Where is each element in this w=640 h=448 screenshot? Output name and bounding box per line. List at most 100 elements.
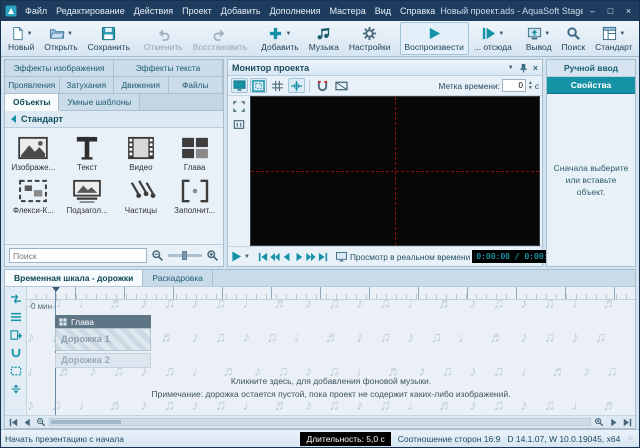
fast-back-button[interactable]	[270, 250, 280, 264]
track-list-button[interactable]	[8, 310, 23, 323]
timeline-zoom-out-icon[interactable]	[35, 417, 47, 428]
scroll-right-button[interactable]	[607, 417, 619, 428]
tab-timeline-tracks[interactable]: Временная шкала - дорожки	[5, 270, 144, 286]
scroll-left-button[interactable]	[21, 417, 33, 428]
tab-storyboard[interactable]: Раскадровка	[143, 270, 213, 286]
snap-button[interactable]	[314, 78, 331, 93]
expand-tracks-button[interactable]	[8, 382, 23, 395]
menu-help[interactable]: Справка	[396, 4, 439, 18]
object-video[interactable]: Видео	[115, 132, 168, 174]
tab-text-effects[interactable]: Эффекты текста	[114, 60, 223, 77]
time-mark-input[interactable]	[501, 79, 526, 92]
object-particles[interactable]: Частицы	[115, 175, 168, 217]
tab-manual-input[interactable]: Ручной ввод	[547, 60, 635, 77]
object-subtitle[interactable]: Подзагол...	[61, 175, 114, 217]
save-button[interactable]: Сохранить	[83, 22, 135, 55]
object-chapter[interactable]: Глава	[168, 132, 221, 174]
tab-image-effects[interactable]: Эффекты изображения	[5, 60, 114, 77]
menu-add[interactable]: Добавить	[217, 4, 265, 18]
tab-fades[interactable]: Затухания	[59, 77, 114, 94]
track-2-block[interactable]: Дорожка 2	[55, 353, 151, 368]
chevron-down-icon[interactable]: ▼	[619, 31, 625, 37]
scroll-skip-end-button[interactable]	[621, 417, 633, 428]
zoom-out-icon[interactable]	[151, 249, 164, 262]
menu-view[interactable]: Вид	[371, 4, 395, 18]
thumbnail-zoom-slider[interactable]	[168, 251, 202, 260]
menu-actions[interactable]: Действия	[130, 4, 177, 18]
pin-icon[interactable]	[519, 63, 528, 73]
chapter-track-block[interactable]: Глава	[55, 315, 151, 328]
tab-motions[interactable]: Движения	[114, 77, 169, 94]
objects-search-input[interactable]	[9, 248, 147, 263]
realtime-preview-toggle[interactable]: Просмотр в реальном времени	[335, 251, 470, 262]
menu-project[interactable]: Проект	[178, 4, 216, 18]
chevron-down-icon[interactable]: ▼	[244, 254, 250, 260]
timeline-scrollbar-thumb[interactable]	[51, 420, 121, 424]
monitor-view-button[interactable]	[231, 78, 248, 93]
preview-canvas[interactable]	[250, 96, 540, 246]
object-image[interactable]: Изображе...	[7, 132, 60, 174]
settings-button[interactable]: Настройки	[344, 22, 396, 55]
step-back-button[interactable]	[282, 250, 292, 264]
timeline-ruler[interactable]	[27, 287, 635, 300]
menu-addons[interactable]: Дополнения	[266, 4, 325, 18]
timeline-scrollbar[interactable]	[49, 418, 591, 426]
zoom-in-icon[interactable]	[206, 249, 219, 262]
background-music-hint[interactable]: Кликните здесь, для добавления фоновой м…	[27, 375, 635, 401]
chevron-down-icon[interactable]: ▼	[67, 31, 73, 37]
tab-objects[interactable]: Объекты	[5, 94, 60, 111]
actual-size-button[interactable]	[231, 117, 248, 132]
undo-button[interactable]: Отменить	[139, 22, 188, 55]
tab-reveals[interactable]: Проявления	[5, 77, 60, 94]
safe-area-button[interactable]	[250, 78, 267, 93]
chevron-down-icon[interactable]: ▼	[544, 31, 550, 37]
panel-menu-chevron-icon[interactable]: ▼	[508, 65, 514, 71]
select-frame-button[interactable]	[8, 364, 23, 377]
crosshair-button[interactable]	[288, 78, 305, 93]
add-button[interactable]: ▼ Добавить	[256, 22, 304, 55]
play-button[interactable]: Воспроизвести	[399, 22, 469, 55]
track-1-block[interactable]: Дорожка 1	[55, 328, 151, 351]
slider-thumb[interactable]	[182, 251, 187, 260]
chevron-down-icon[interactable]: ▼	[285, 31, 291, 37]
add-track-button[interactable]	[8, 328, 23, 341]
skip-start-button[interactable]	[258, 250, 268, 264]
maximize-button[interactable]: □	[602, 3, 619, 19]
output-button[interactable]: ▼ Вывод	[521, 22, 557, 55]
minimize-button[interactable]: –	[584, 3, 601, 19]
swap-tracks-button[interactable]	[8, 292, 23, 305]
chevron-down-icon[interactable]: ▼	[27, 31, 33, 37]
magnet-button[interactable]	[8, 346, 23, 359]
menu-edit[interactable]: Редактирование	[52, 4, 129, 18]
resize-grip-icon[interactable]: ⁘	[627, 434, 635, 443]
music-button[interactable]: Музыка	[304, 22, 344, 55]
spin-down-icon[interactable]: ▼	[528, 85, 533, 91]
open-button[interactable]: ▼ Открыть	[39, 22, 82, 55]
close-button[interactable]: ×	[620, 3, 637, 19]
layout-standard-button[interactable]: ▼ Стандарт	[590, 22, 637, 55]
transport-play-button[interactable]	[231, 250, 242, 264]
tab-properties[interactable]: Свойства	[547, 77, 635, 94]
redo-button[interactable]: Восстановить	[188, 22, 252, 55]
fast-forward-button[interactable]	[306, 250, 316, 264]
tab-files[interactable]: Файлы	[168, 77, 223, 94]
play-from-here-button[interactable]: ▼ ... отсюда	[469, 22, 517, 55]
object-placeholder[interactable]: Заполнит...	[168, 175, 221, 217]
search-button[interactable]: Поиск	[557, 22, 591, 55]
object-text[interactable]: Текст	[61, 132, 114, 174]
object-flexi-collage[interactable]: Флекси-К...	[7, 175, 60, 217]
zoom-fit-button[interactable]	[231, 99, 248, 114]
panel-close-icon[interactable]: ×	[533, 63, 538, 73]
timeline-track-area[interactable]: ♪ ♫ ♩ ♬ ♪ ♫ ♪ ♫ ♩ ♬ ♪ ♫ ♪ ♫ ♩ ♬ ♪ ♫ ♪ ♫ …	[27, 287, 635, 415]
skip-end-button[interactable]	[318, 250, 328, 264]
menu-file[interactable]: Файл	[21, 4, 51, 18]
timeline-zoom-in-icon[interactable]	[593, 417, 605, 428]
aspect-button[interactable]	[333, 78, 350, 93]
playhead-marker-icon[interactable]	[52, 287, 60, 292]
tab-smart-templates[interactable]: Умные шаблоны	[59, 94, 141, 111]
new-button[interactable]: ▼ Новый	[3, 22, 39, 55]
menu-wizards[interactable]: Мастера	[326, 4, 370, 18]
scroll-skip-start-button[interactable]	[7, 417, 19, 428]
grid-button[interactable]	[269, 78, 286, 93]
chevron-down-icon[interactable]: ▼	[498, 31, 504, 37]
